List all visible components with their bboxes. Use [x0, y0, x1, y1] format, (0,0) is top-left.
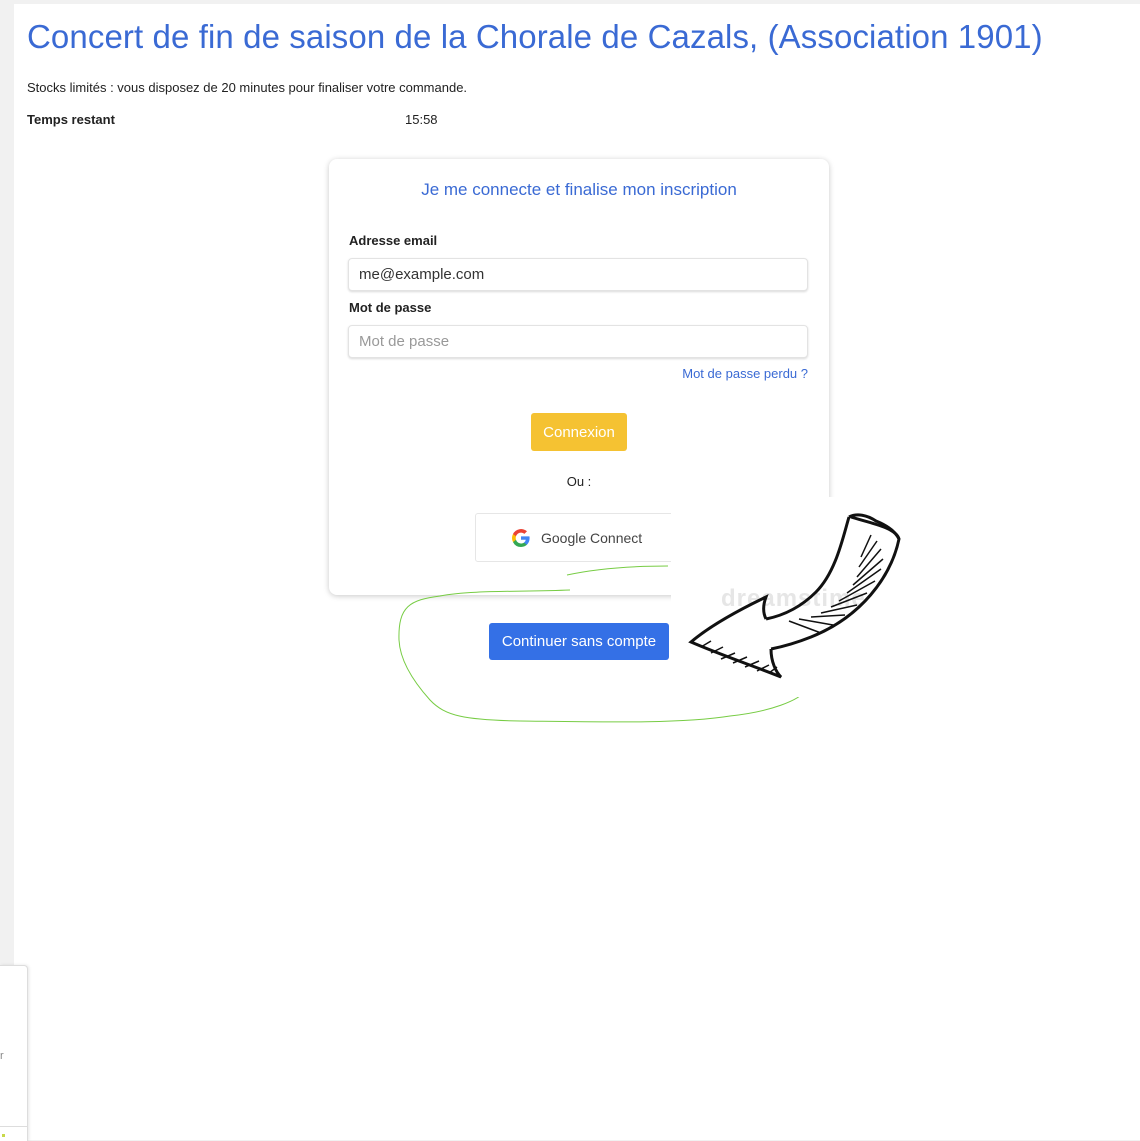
google-connect-button[interactable]: Google Connect [475, 513, 683, 562]
login-card-title: Je me connecte et finalise mon inscripti… [421, 180, 737, 199]
side-panel-divider [0, 1126, 27, 1127]
side-panel: r [0, 965, 28, 1141]
timer-value: 15:58 [405, 112, 438, 127]
password-label: Mot de passe [349, 300, 432, 315]
timer-label: Temps restant [27, 112, 115, 127]
side-panel-glyph: r [0, 1050, 4, 1062]
google-g-icon [511, 528, 531, 548]
or-label: Ou : [566, 474, 592, 489]
continue-without-account-button[interactable]: Continuer sans compte [489, 623, 669, 660]
stock-notice: Stocks limités : vous disposez de 20 min… [27, 80, 468, 95]
login-button[interactable]: Connexion [531, 413, 627, 451]
email-label: Adresse email [349, 233, 438, 248]
side-panel-marker [2, 1134, 5, 1137]
password-field[interactable] [348, 325, 808, 358]
arrow-annotation: dreamstime [671, 497, 911, 697]
page-title: Concert de fin de saison de la Chorale d… [27, 18, 1043, 55]
forgot-password-link[interactable]: Mot de passe perdu ? [682, 366, 808, 381]
google-connect-label: Google Connect [541, 529, 643, 546]
email-field[interactable] [348, 258, 808, 291]
hand-drawn-arrow-icon [688, 513, 901, 679]
